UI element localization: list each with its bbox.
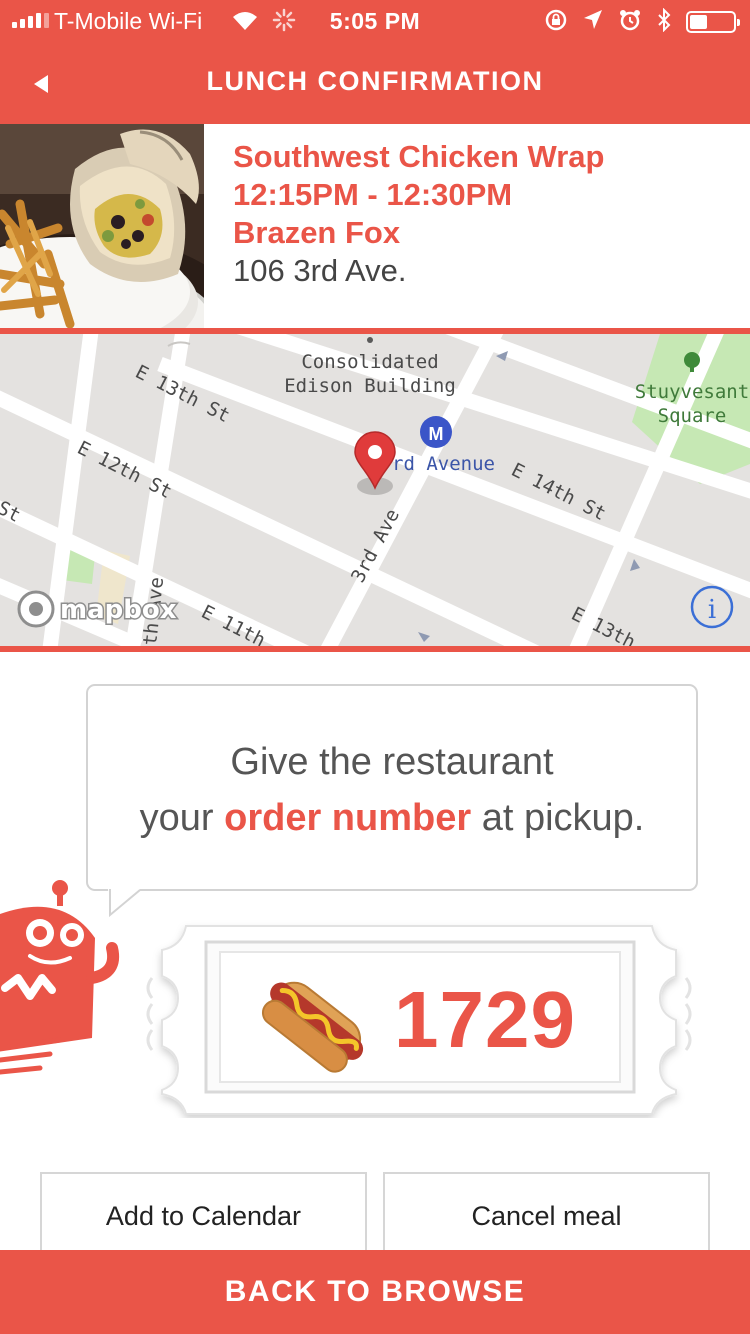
subway-icon: M	[420, 416, 452, 448]
cancel-meal-button[interactable]: Cancel meal	[383, 1172, 710, 1258]
status-icons	[544, 7, 672, 38]
location-icon	[582, 8, 604, 38]
instruction-line-1: Give the restaurant	[230, 741, 554, 783]
map-label-park-2: Square	[658, 405, 727, 427]
meal-card: Southwest Chicken Wrap 12:15PM - 12:30PM…	[0, 124, 750, 328]
alarm-icon	[618, 8, 642, 38]
hotdog-icon	[261, 981, 364, 1073]
bluetooth-icon	[656, 7, 672, 38]
restaurant-name: Brazen Fox	[233, 215, 401, 250]
map[interactable]: Consolidated Edison Building Stuyvesant …	[0, 334, 750, 646]
status-bar: T-Mobile Wi-Fi 5:05 PM	[0, 0, 750, 42]
meal-photo	[0, 124, 204, 328]
map-label-landmark-1: Consolidated	[301, 351, 438, 373]
instruction-text: your	[139, 797, 225, 839]
meal-name: Southwest Chicken Wrap	[233, 139, 605, 174]
order-number: 1729	[394, 975, 576, 1064]
robot-mascot-icon	[0, 880, 119, 1075]
add-to-calendar-button[interactable]: Add to Calendar	[40, 1172, 367, 1258]
nav-bar: LUNCH CONFIRMATION	[0, 42, 750, 124]
map-label-station: rd Avenue	[392, 453, 495, 475]
pickup-time: 12:15PM - 12:30PM	[233, 177, 513, 212]
meal-info: Southwest Chicken Wrap 12:15PM - 12:30PM…	[233, 138, 605, 290]
mapbox-logo-icon: mapbox	[17, 590, 178, 628]
instruction-bubble: Give the restaurant your order number at…	[86, 684, 698, 891]
instruction-text: at pickup.	[471, 797, 645, 839]
divider	[0, 646, 750, 652]
battery-icon	[686, 11, 740, 33]
svg-text:i: i	[708, 595, 716, 625]
mapbox-attribution: mapbox	[60, 595, 177, 625]
rotation-lock-icon	[544, 8, 568, 38]
instruction-line-2: your order number at pickup.	[88, 797, 696, 840]
map-label-park-1: Stuyvesant	[635, 381, 749, 403]
instruction-emphasis: order number	[224, 797, 472, 839]
back-to-browse-button[interactable]: BACK TO BROWSE	[0, 1250, 750, 1334]
map-label-landmark-2: Edison Building	[284, 375, 456, 397]
map-pin-icon[interactable]	[354, 431, 396, 495]
restaurant-address: 106 3rd Ave.	[233, 253, 407, 288]
page-title: LUNCH CONFIRMATION	[206, 66, 544, 96]
svg-text:M: M	[429, 424, 444, 444]
